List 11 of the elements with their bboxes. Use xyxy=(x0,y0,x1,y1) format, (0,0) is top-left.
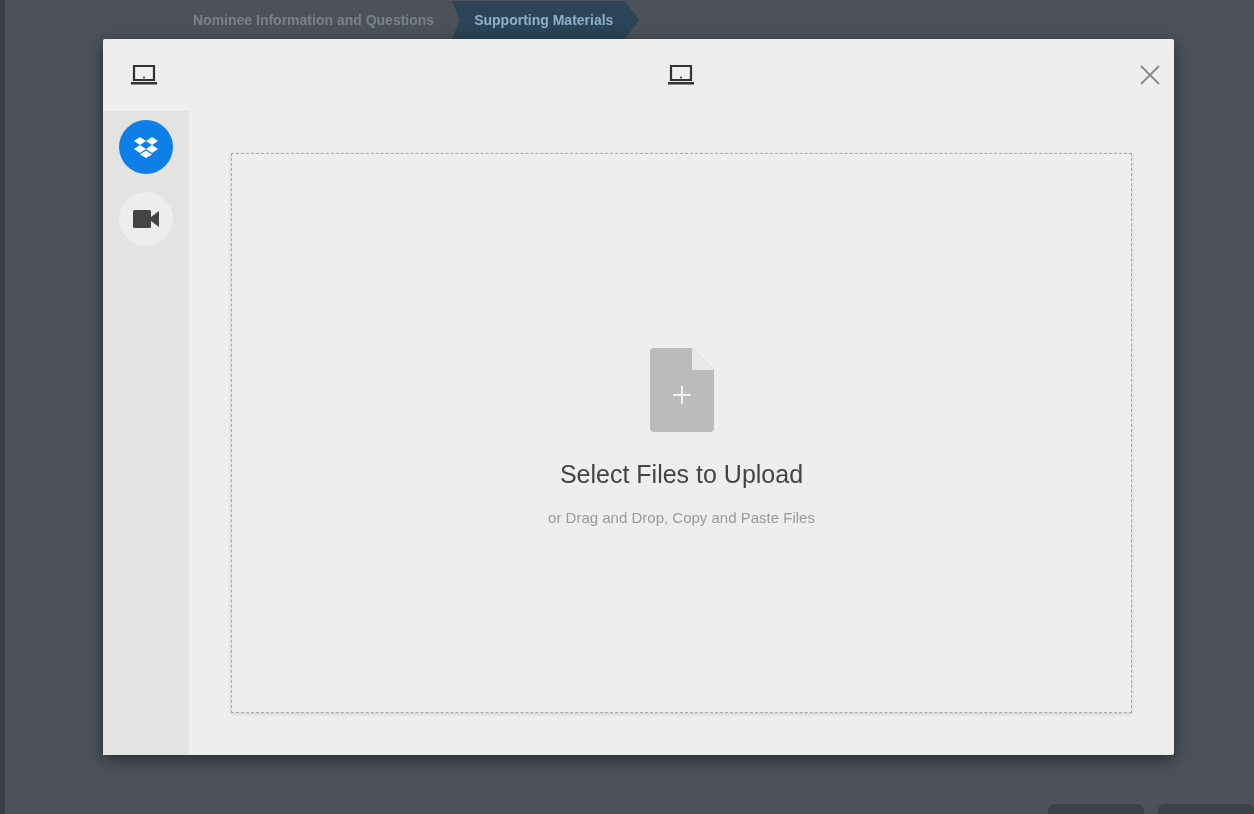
close-icon[interactable] xyxy=(1140,65,1160,85)
upload-title: Select Files to Upload xyxy=(559,460,804,489)
laptop-icon[interactable] xyxy=(131,64,157,86)
dropbox-button[interactable] xyxy=(119,120,173,174)
drop-zone[interactable]: Select Files to Upload or Drag and Drop, Copy and Paste Files xyxy=(231,153,1132,713)
laptop-icon xyxy=(668,64,694,86)
dropbox-icon xyxy=(134,136,158,158)
file-add-icon xyxy=(649,348,714,432)
step-tab[interactable]: Supporting Materials xyxy=(452,1,640,39)
upload-hint: or Drag and Drop, Copy and Paste Files xyxy=(548,509,815,526)
video-camera-icon xyxy=(133,210,159,228)
